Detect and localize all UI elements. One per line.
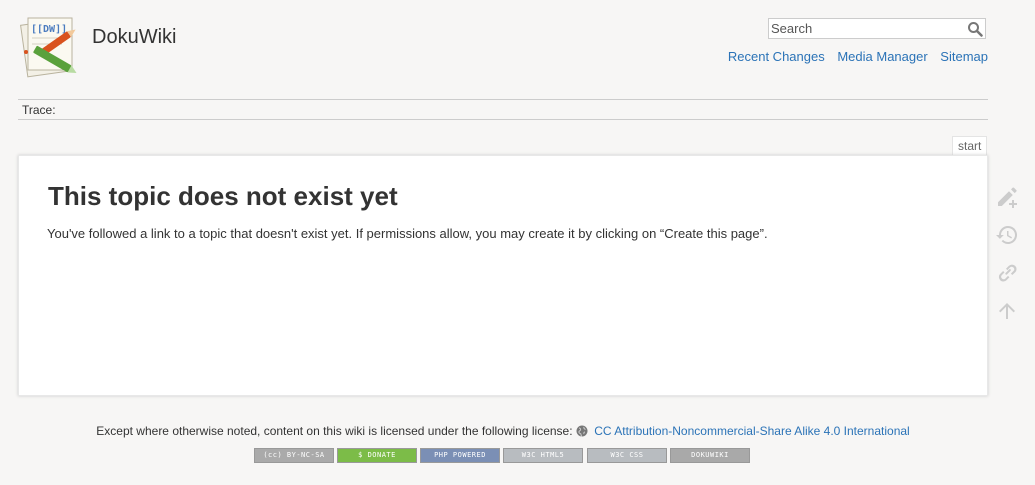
svg-text:[[DW]]: [[DW]] [31,24,67,35]
license-notice: Except where otherwise noted, content on… [0,424,1006,438]
page-id: start [952,136,988,155]
license-link[interactable]: CC Attribution-Noncommercial-Share Alike… [594,424,909,438]
php-powered-button[interactable]: PHP POWERED [420,448,500,463]
cc-license-button[interactable]: (cc) BY-NC-SA [254,448,334,463]
sitemap-link[interactable]: Sitemap [940,49,988,64]
dokuwiki-logo[interactable]: [[DW]] [18,12,84,78]
css-button[interactable]: W3C CSS [587,448,667,463]
site-tools: Recent Changes Media Manager Sitemap [719,49,988,64]
page-content: This topic does not exist yet You've fol… [18,155,988,396]
page-tools [995,185,1021,337]
globe-icon [576,425,588,437]
dokuwiki-button[interactable]: DOKUWIKI [670,448,750,463]
backlinks-icon[interactable] [995,261,1019,285]
history-icon[interactable] [995,223,1019,247]
breadcrumb-label: Trace: [22,103,56,117]
breadcrumb: Trace: [18,99,988,120]
search-icon[interactable] [967,21,983,37]
edit-icon[interactable] [995,185,1019,209]
media-manager-link[interactable]: Media Manager [837,49,927,64]
back-to-top-icon[interactable] [995,299,1019,323]
search-form [768,18,986,39]
html5-button[interactable]: W3C HTML5 [503,448,583,463]
recent-changes-link[interactable]: Recent Changes [728,49,825,64]
search-input[interactable] [769,19,961,38]
site-title[interactable]: DokuWiki [92,26,176,49]
page-message: You've followed a link to a topic that d… [47,226,768,241]
page-title: This topic does not exist yet [48,181,398,211]
license-prefix: Except where otherwise noted, content on… [96,424,573,438]
donate-button[interactable]: $ DONATE [337,448,417,463]
